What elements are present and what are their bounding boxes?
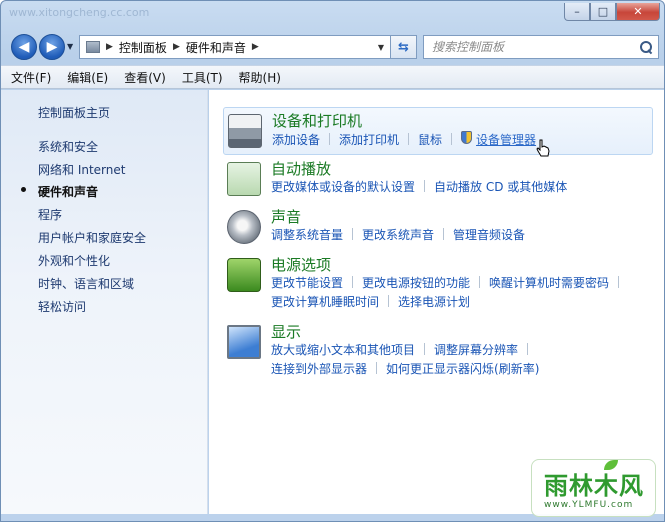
sidebar-item-system-security[interactable]: 系统和安全 [38, 138, 98, 155]
choose-power-plan-link[interactable]: 选择电源计划 [398, 293, 470, 310]
category-title[interactable]: 电源选项 [271, 254, 331, 275]
breadcrumb-control-panel[interactable]: 控制面板 [119, 39, 167, 56]
sidebar-item-hardware-sound: 硬件和声音 [38, 185, 99, 199]
task-link-row: 更改计算机睡眠时间 选择电源计划 [271, 293, 470, 310]
refresh-icon: ⇆ [398, 39, 409, 55]
category-devices-printers: 设备和打印机 添加设备 添加打印机 鼠标 设备管理器 [223, 107, 653, 155]
add-printer-link[interactable]: 添加打印机 [339, 131, 399, 148]
chevron-right-icon[interactable]: ▶ [106, 42, 113, 52]
refresh-button[interactable]: ⇆ [391, 35, 417, 59]
autoplay-cd-link[interactable]: 自动播放 CD 或其他媒体 [434, 178, 567, 195]
connect-external-display-link[interactable]: 连接到外部显示器 [271, 360, 367, 377]
make-text-larger-smaller-link[interactable]: 放大或缩小文本和其他项目 [271, 341, 415, 358]
task-link-row: 连接到外部显示器 如何更正显示器闪烁(刷新率) [271, 360, 539, 377]
monitor-icon[interactable] [227, 325, 261, 359]
menu-view[interactable]: 查看(V) [124, 69, 166, 86]
maximize-button[interactable]: □ [590, 3, 616, 21]
title-bar[interactable]: www.xitongcheng.cc.com – □ ✕ [1, 1, 664, 29]
close-icon: ✕ [633, 5, 643, 18]
change-power-saving-link[interactable]: 更改节能设置 [271, 274, 343, 291]
search-box [423, 35, 659, 59]
change-sleep-time-link[interactable]: 更改计算机睡眠时间 [271, 293, 379, 310]
chevron-down-icon[interactable]: ▼ [378, 43, 384, 52]
watermark-text: 雨林木风 [544, 472, 644, 500]
category-autoplay: 自动播放 更改媒体或设备的默认设置 自动播放 CD 或其他媒体 [223, 156, 653, 204]
left-navigation-pane: 控制面板主页 系统和安全 网络和 Internet 硬件和声音 程序 用户帐户和… [1, 90, 208, 514]
control-panel-icon [86, 41, 100, 53]
address-bar[interactable]: ▶ 控制面板 ▶ 硬件和声音 ▶ ▼ [79, 35, 391, 59]
arrow-left-icon: ◀ [18, 39, 30, 55]
minimize-button[interactable]: – [564, 3, 590, 21]
change-power-button-link[interactable]: 更改电源按钮的功能 [362, 274, 470, 291]
arrow-right-icon: ▶ [46, 39, 58, 55]
menu-tools[interactable]: 工具(T) [182, 69, 223, 86]
title-ghost-text: www.xitongcheng.cc.com [9, 6, 150, 19]
menu-help[interactable]: 帮助(H) [239, 69, 281, 86]
manage-audio-devices-link[interactable]: 管理音频设备 [453, 226, 525, 243]
autoplay-icon[interactable] [227, 162, 261, 196]
forward-button[interactable]: ▶ [39, 34, 65, 60]
sidebar-item-programs[interactable]: 程序 [38, 206, 62, 223]
back-button[interactable]: ◀ [11, 34, 37, 60]
fix-monitor-flicker-link[interactable]: 如何更正显示器闪烁(刷新率) [386, 360, 539, 377]
chevron-right-icon[interactable]: ▶ [252, 42, 259, 52]
close-button[interactable]: ✕ [616, 3, 660, 21]
change-default-media-settings-link[interactable]: 更改媒体或设备的默认设置 [271, 178, 415, 195]
change-system-sounds-link[interactable]: 更改系统声音 [362, 226, 434, 243]
recent-pages-dropdown[interactable]: ▼ [67, 42, 73, 51]
mouse-link[interactable]: 鼠标 [418, 131, 442, 148]
menu-bar: 文件(F) 编辑(E) 查看(V) 工具(T) 帮助(H) [1, 65, 664, 89]
sidebar-item-network[interactable]: 网络和 Internet [38, 161, 125, 178]
control-panel-window: www.xitongcheng.cc.com – □ ✕ ◀ ▶ ▼ ▶ 控制面… [0, 0, 665, 522]
search-input[interactable] [432, 40, 632, 54]
category-display: 显示 放大或缩小文本和其他项目 调整屏幕分辨率 连接到外部显示器 如何更正显示器… [223, 319, 653, 385]
navigation-bar: ◀ ▶ ▼ ▶ 控制面板 ▶ 硬件和声音 ▶ ▼ ⇆ [9, 33, 659, 61]
task-link-row: 调整系统音量 更改系统声音 管理音频设备 [271, 226, 525, 243]
task-link-row: 更改节能设置 更改电源按钮的功能 唤醒计算机时需要密码 [271, 274, 628, 291]
shield-icon [461, 131, 473, 144]
task-link-row: 添加设备 添加打印机 鼠标 设备管理器 [272, 131, 536, 148]
hand-cursor-icon [536, 139, 550, 159]
printer-icon[interactable] [228, 114, 262, 148]
task-link-row: 放大或缩小文本和其他项目 调整屏幕分辨率 [271, 341, 537, 358]
battery-icon[interactable] [227, 258, 261, 292]
sidebar-item-ease-of-access[interactable]: 轻松访问 [38, 298, 86, 315]
speaker-icon[interactable] [227, 210, 261, 244]
category-power-options: 电源选项 更改节能设置 更改电源按钮的功能 唤醒计算机时需要密码 更改计算机睡眠… [223, 252, 653, 318]
watermark-url: www.YLMFU.com [544, 500, 634, 510]
menu-edit[interactable]: 编辑(E) [67, 69, 108, 86]
breadcrumb-hardware-sound[interactable]: 硬件和声音 [186, 39, 246, 56]
current-item-bullet [21, 187, 26, 192]
sidebar-item-appearance[interactable]: 外观和个性化 [38, 252, 110, 269]
watermark-logo: 雨林木风 www.YLMFU.com [531, 459, 656, 517]
window-controls: – □ ✕ [564, 3, 660, 21]
category-title[interactable]: 设备和打印机 [272, 110, 362, 131]
content-pane: 设备和打印机 添加设备 添加打印机 鼠标 设备管理器 自动播放 更改媒体或设备的… [209, 90, 664, 514]
minimize-icon: – [574, 5, 580, 18]
adjust-volume-link[interactable]: 调整系统音量 [271, 226, 343, 243]
task-link-row: 更改媒体或设备的默认设置 自动播放 CD 或其他媒体 [271, 178, 567, 195]
sidebar-item-home[interactable]: 控制面板主页 [38, 104, 110, 121]
maximize-icon: □ [597, 5, 609, 18]
chevron-right-icon[interactable]: ▶ [173, 42, 180, 52]
adjust-resolution-link[interactable]: 调整屏幕分辨率 [434, 341, 518, 358]
category-title[interactable]: 显示 [271, 321, 301, 342]
menu-file[interactable]: 文件(F) [11, 69, 51, 86]
sidebar-item-user-accounts[interactable]: 用户帐户和家庭安全 [38, 229, 146, 246]
sidebar-item-clock-region[interactable]: 时钟、语言和区域 [38, 275, 134, 292]
device-manager-link[interactable]: 设备管理器 [476, 131, 536, 148]
require-password-on-wake-link[interactable]: 唤醒计算机时需要密码 [489, 274, 609, 291]
search-icon[interactable] [640, 41, 652, 53]
category-title[interactable]: 自动播放 [271, 158, 331, 179]
category-sound: 声音 调整系统音量 更改系统声音 管理音频设备 [223, 204, 653, 252]
category-title[interactable]: 声音 [271, 206, 301, 227]
add-device-link[interactable]: 添加设备 [272, 131, 320, 148]
